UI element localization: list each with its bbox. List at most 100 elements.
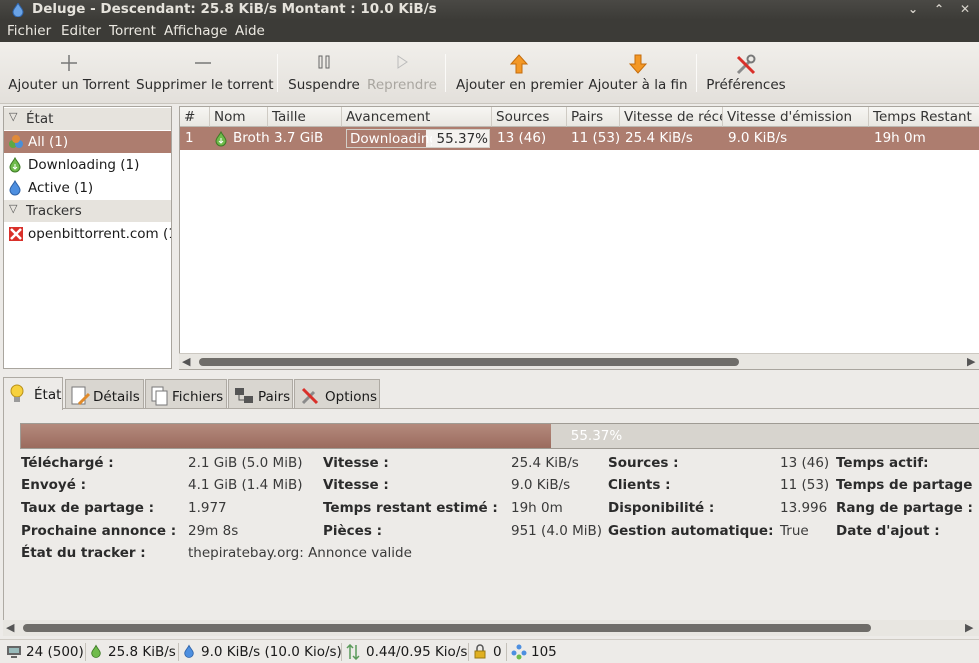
pane-splitter[interactable] xyxy=(0,370,979,376)
scroll-right-icon[interactable]: ▶ xyxy=(967,355,975,368)
document-tools-icon xyxy=(71,386,91,406)
column-header-name[interactable]: Nom xyxy=(210,107,268,127)
column-header-progress[interactable]: Avancement xyxy=(342,107,492,127)
value-auto-managed: True xyxy=(780,523,809,539)
label-eta: Temps restant estimé : xyxy=(323,500,498,516)
sidebar-group-trackers[interactable]: ▽ Trackers xyxy=(4,200,171,222)
download-drop-icon xyxy=(215,131,227,147)
label-seed-rank: Rang de partage : xyxy=(836,500,973,516)
status-connections[interactable]: 24 (500) xyxy=(26,644,84,660)
expander-down-icon: ▽ xyxy=(9,110,18,123)
column-header-number[interactable]: # xyxy=(180,107,210,127)
title-bar: Deluge - Descendant: 25.8 KiB/s Montant … xyxy=(0,0,979,20)
torrent-list: # Nom Taille Avancement Sources Pairs Vi… xyxy=(179,106,979,370)
label-availability: Disponibilité : xyxy=(608,500,715,516)
dht-nodes-icon xyxy=(511,644,527,660)
connections-icon xyxy=(7,646,21,658)
overall-progress-text: 55.37% xyxy=(570,428,623,444)
value-down-speed: 25.4 KiB/s xyxy=(511,455,579,471)
scrollbar-thumb[interactable] xyxy=(23,624,871,632)
menu-bar: Fichier Editer Torrent Affichage Aide xyxy=(0,20,979,42)
tab-pairs[interactable]: Pairs xyxy=(228,379,293,409)
value-pieces: 951 (4.0 MiB) xyxy=(511,523,603,539)
status-panel-scrollbar[interactable]: ◀ ▶ xyxy=(3,620,979,636)
toolbar-separator xyxy=(445,54,446,92)
status-dht-nodes: 105 xyxy=(531,644,557,660)
queue-top-button[interactable]: Ajouter en premier xyxy=(456,42,583,104)
resume-button[interactable]: Reprendre xyxy=(367,42,437,104)
torrent-progress-bar: Downloading 55.37% xyxy=(346,129,490,148)
menu-affichage[interactable]: Affichage xyxy=(164,23,227,39)
label-seeds: Sources : xyxy=(608,455,679,471)
pane-resize-handle[interactable] xyxy=(172,210,178,260)
column-header-seeds[interactable]: Sources xyxy=(492,107,567,127)
table-row[interactable]: 1 Broth 3.7 GiB Downloading 55.37% 13 (4… xyxy=(180,127,979,150)
value-uploaded: 4.1 GiB (1.4 MiB) xyxy=(188,477,303,493)
sidebar-item-all[interactable]: All (1) xyxy=(4,131,171,153)
column-header-size[interactable]: Taille xyxy=(268,107,342,127)
label-seeding-time: Temps de partage xyxy=(836,477,973,493)
sidebar-item-active[interactable]: Active (1) xyxy=(4,177,171,199)
minimize-button[interactable]: ⌄ xyxy=(905,2,921,16)
status-download-speed[interactable]: 25.8 KiB/s xyxy=(108,644,176,660)
tools-icon xyxy=(736,54,756,75)
pause-icon xyxy=(318,55,330,69)
tab-fichiers[interactable]: Fichiers xyxy=(145,379,227,409)
tools-icon xyxy=(301,387,319,405)
label-pieces: Pièces : xyxy=(323,523,382,539)
close-button[interactable]: ✕ xyxy=(957,2,973,16)
menu-fichier[interactable]: Fichier xyxy=(7,23,51,39)
lightbulb-icon xyxy=(10,384,24,402)
queue-bottom-button[interactable]: Ajouter à la fin xyxy=(588,42,688,104)
download-drop-icon xyxy=(91,644,101,658)
sidebar-item-downloading[interactable]: Downloading (1) xyxy=(4,154,171,176)
expander-down-icon: ▽ xyxy=(9,202,18,215)
column-header-down-speed[interactable]: Vitesse de réception xyxy=(620,107,723,127)
window-title: Deluge - Descendant: 25.8 KiB/s Montant … xyxy=(32,1,437,17)
tab-etat[interactable]: État xyxy=(3,377,63,410)
toolbar-separator xyxy=(277,54,278,92)
label-auto-managed: Gestion automatique: xyxy=(608,523,774,539)
status-upload-speed[interactable]: 9.0 KiB/s (10.0 Kio/s) xyxy=(201,644,342,660)
value-tracker-status: thepiratebay.org: Annonce valide xyxy=(188,545,412,561)
scroll-left-icon[interactable]: ◀ xyxy=(182,355,190,368)
label-active-time: Temps actif: xyxy=(836,455,929,471)
files-icon xyxy=(151,386,168,406)
value-up-speed: 9.0 KiB/s xyxy=(511,477,571,493)
minus-icon xyxy=(195,62,211,64)
scroll-right-icon[interactable]: ▶ xyxy=(965,621,973,634)
menu-editer[interactable]: Editer xyxy=(61,23,101,39)
cell-peers: 11 (53) xyxy=(571,130,621,146)
value-seeds: 13 (46) xyxy=(780,455,830,471)
add-torrent-button[interactable]: Ajouter un Torrent xyxy=(8,42,130,104)
upload-drop-icon xyxy=(184,644,194,658)
sidebar-item-tracker[interactable]: openbittorrent.com (1) xyxy=(4,223,171,245)
scroll-left-icon[interactable]: ◀ xyxy=(6,621,14,634)
maximize-button[interactable]: ⌃ xyxy=(931,2,947,16)
column-header-eta[interactable]: Temps Restant xyxy=(869,107,979,127)
all-torrents-icon xyxy=(9,135,23,148)
column-header-up-speed[interactable]: Vitesse d'émission xyxy=(723,107,869,127)
menu-torrent[interactable]: Torrent xyxy=(109,23,156,39)
remove-torrent-button[interactable]: Supprimer le torrent xyxy=(136,42,274,104)
torrent-list-scrollbar[interactable]: ◀ ▶ xyxy=(179,353,979,369)
status-panel: 55.37% Téléchargé : 2.1 GiB (5.0 MiB) En… xyxy=(3,408,979,636)
preferences-button[interactable]: Préférences xyxy=(704,42,788,104)
arrow-up-icon xyxy=(510,54,528,74)
column-header-peers[interactable]: Pairs xyxy=(567,107,620,127)
overall-progress-bar: 55.37% xyxy=(20,423,979,449)
label-up-speed: Vitesse : xyxy=(323,477,389,493)
pause-button[interactable]: Suspendre xyxy=(287,42,361,104)
status-bar: 24 (500) 25.8 KiB/s 9.0 KiB/s (10.0 Kio/… xyxy=(0,639,979,663)
label-down-speed: Vitesse : xyxy=(323,455,389,471)
toolbar-separator xyxy=(696,54,697,92)
protocol-traffic-icon xyxy=(346,644,360,660)
label-uploaded: Envoyé : xyxy=(21,477,86,493)
value-downloaded: 2.1 GiB (5.0 MiB) xyxy=(188,455,303,471)
scrollbar-thumb[interactable] xyxy=(199,358,739,366)
menu-aide[interactable]: Aide xyxy=(235,23,265,39)
download-drop-icon xyxy=(9,157,21,173)
sidebar-group-state[interactable]: ▽ État xyxy=(4,108,171,130)
tab-details[interactable]: Détails xyxy=(65,379,144,409)
tab-options[interactable]: Options xyxy=(294,379,380,409)
